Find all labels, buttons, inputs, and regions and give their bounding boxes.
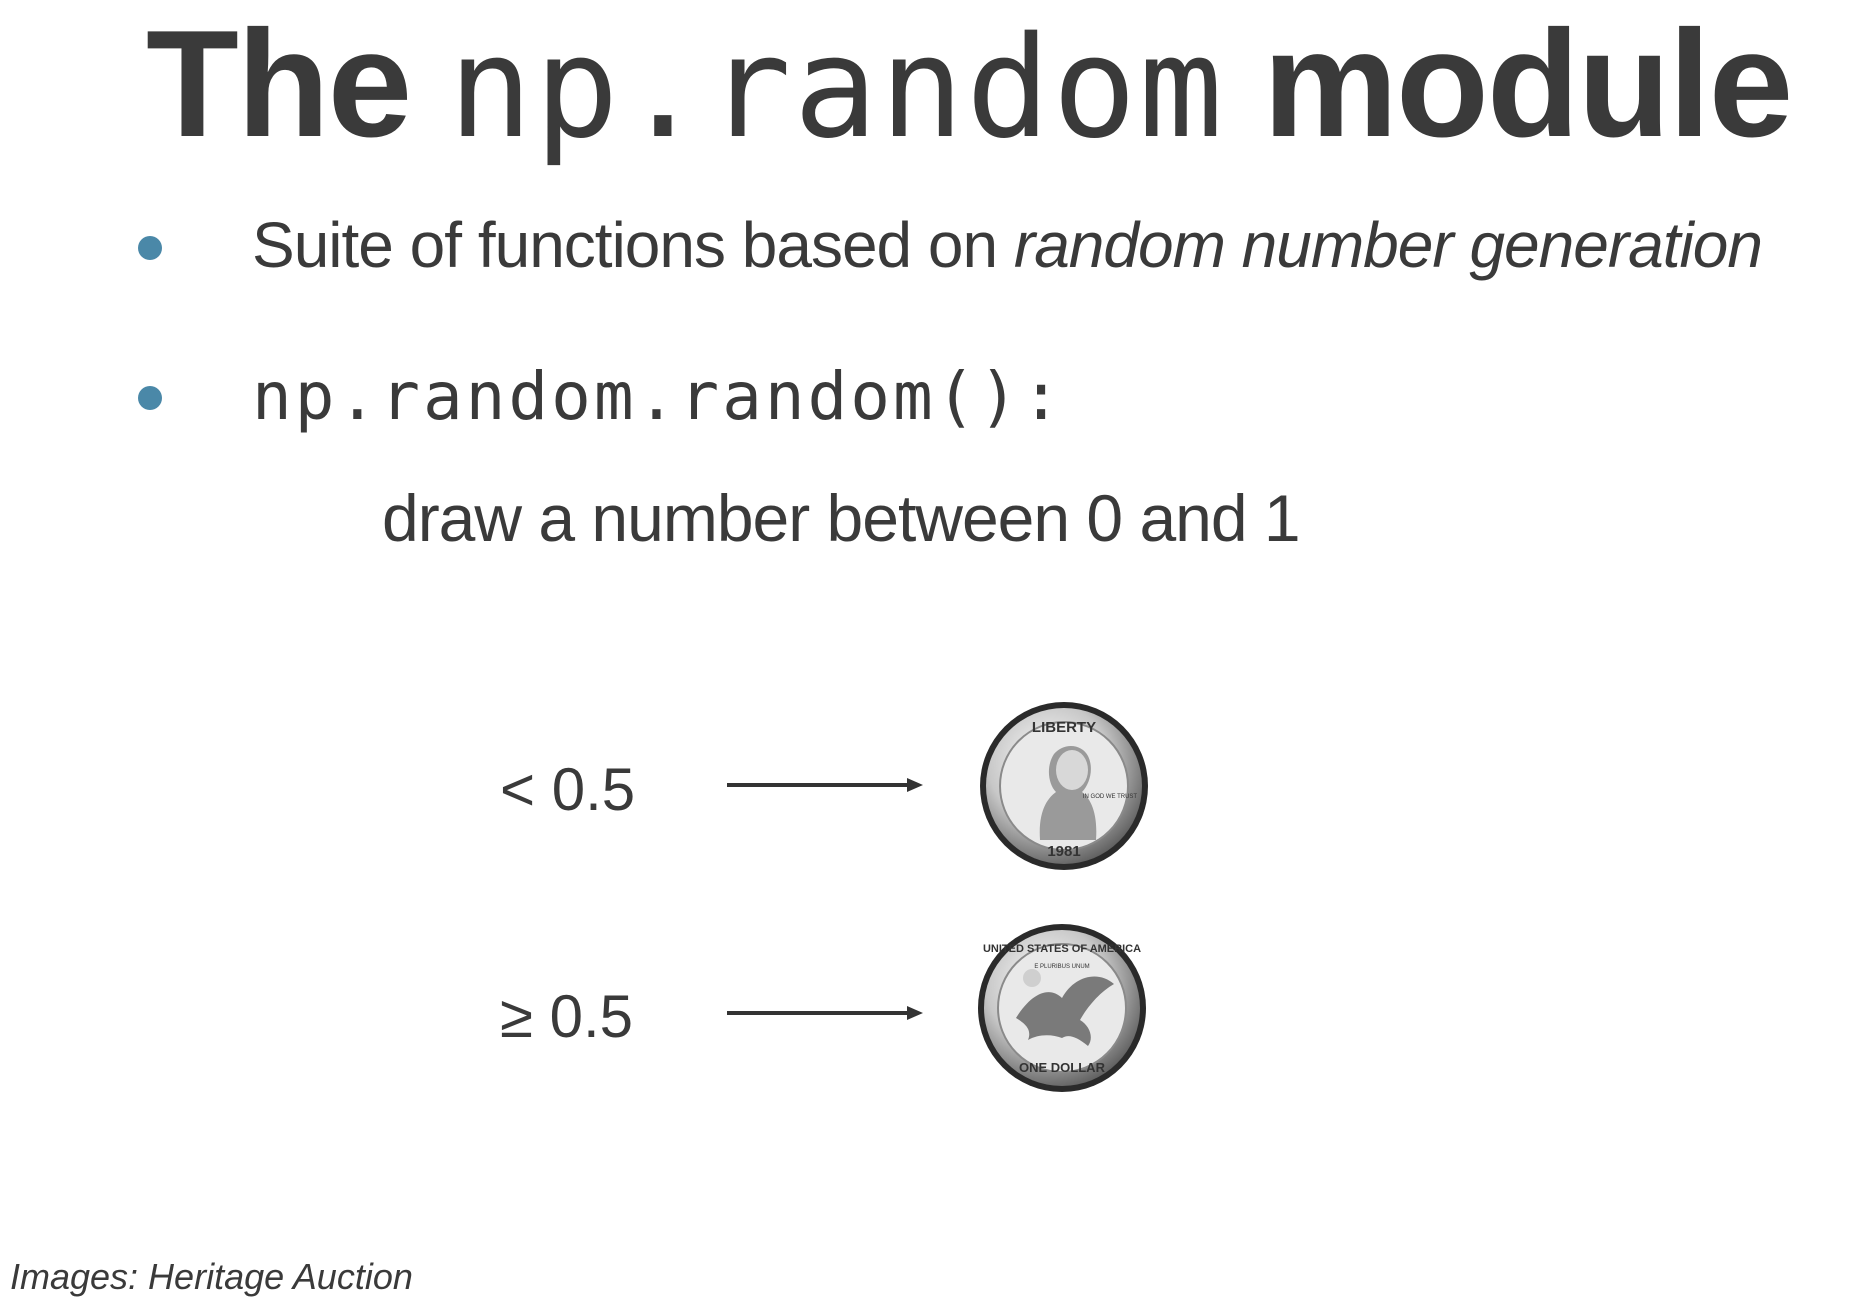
image-credit: Images: Heritage Auction bbox=[10, 1256, 413, 1297]
bullet-dot-icon bbox=[138, 386, 162, 410]
arrow-right-icon bbox=[727, 778, 923, 792]
bullet-1-text: Suite of functions based on random numbe… bbox=[252, 205, 1763, 285]
bullet-2-subtext: draw a number between 0 and 1 bbox=[382, 481, 1301, 555]
slide-title: The np.random module bbox=[146, 8, 1793, 160]
coin-tails-motto: E PLURIBUS UNUM bbox=[1034, 964, 1089, 970]
bullet-dot-icon bbox=[138, 236, 162, 260]
coin-heads-year: 1981 bbox=[1047, 843, 1080, 860]
arrow-right-icon bbox=[727, 1006, 923, 1020]
coin-tails-top-text: UNITED STATES OF AMERICA bbox=[983, 943, 1141, 955]
condition-greater-equal: ≥ 0.5 bbox=[500, 983, 634, 1050]
coin-tails-icon: UNITED STATES OF AMERICA E PLURIBUS UNUM… bbox=[978, 924, 1146, 1092]
title-prefix: The bbox=[146, 0, 412, 169]
condition-less-than: < 0.5 bbox=[500, 756, 636, 823]
bullet-1-emphasis: random number generation bbox=[1013, 209, 1763, 281]
coin-tails-denomination: ONE DOLLAR bbox=[1019, 1060, 1106, 1075]
bullet-1-plain: Suite of functions based on bbox=[252, 209, 1014, 281]
title-suffix: module bbox=[1262, 0, 1793, 169]
coin-heads-right-text: IN GOD WE TRUST bbox=[1083, 794, 1138, 800]
title-code: np.random bbox=[448, 7, 1225, 170]
coin-heads-top-text: LIBERTY bbox=[1032, 719, 1096, 736]
bullet-2-code: np.random.random(): bbox=[252, 358, 1064, 435]
coin-heads-icon: LIBERTY IN GOD WE TRUST 1981 bbox=[980, 702, 1148, 870]
